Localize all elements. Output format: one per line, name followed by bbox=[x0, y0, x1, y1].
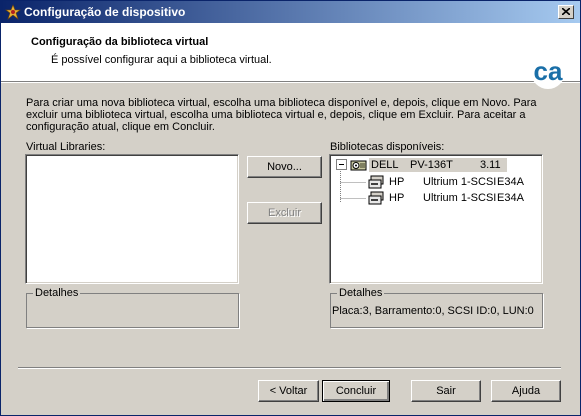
app-icon bbox=[5, 4, 21, 20]
wizard-header: Configuração da biblioteca virtual É pos… bbox=[1, 23, 580, 89]
library-version: 3.11 bbox=[480, 159, 501, 171]
window-title: Configuração de dispositivo bbox=[24, 5, 186, 19]
tree-row-drive[interactable]: HP Ultrium 1-SCSI E34A bbox=[368, 175, 538, 189]
drive-model: Ultrium 1-SCSI bbox=[423, 176, 497, 188]
page-subtitle: É possível configurar aqui a biblioteca … bbox=[51, 54, 272, 66]
tape-drive-icon bbox=[368, 191, 384, 209]
drive-vendor: HP bbox=[389, 192, 405, 204]
title-bar[interactable]: Configuração de dispositivo bbox=[1, 1, 580, 23]
back-button[interactable]: < Voltar bbox=[258, 380, 319, 402]
exit-button[interactable]: Sair bbox=[411, 380, 481, 402]
virtual-libraries-label: Virtual Libraries: bbox=[26, 141, 106, 153]
drive-version: E34A bbox=[497, 176, 524, 188]
available-libraries-tree[interactable]: DELL PV-136T 3.11 HP Ultrium 1-SCSI E34A bbox=[329, 154, 543, 284]
wizard-window: Configuração de dispositivo Configuração… bbox=[0, 0, 581, 416]
details-right-group: Detalhes Placa:3, Barramento:0, SCSI ID:… bbox=[330, 287, 543, 328]
library-vendor: DELL bbox=[371, 159, 399, 171]
help-button[interactable]: Ajuda bbox=[491, 380, 561, 402]
tree-row-drive[interactable]: HP Ultrium 1-SCSI E34A bbox=[368, 191, 538, 205]
instructions-text: Para criar uma nova biblioteca virtual, … bbox=[26, 97, 537, 133]
library-model: PV-136T bbox=[410, 159, 453, 171]
delete-button[interactable]: Excluir bbox=[247, 202, 322, 224]
footer-divider bbox=[18, 367, 561, 368]
details-left-group: Detalhes bbox=[26, 287, 239, 328]
ca-logo: ca bbox=[531, 55, 565, 89]
drive-model: Ultrium 1-SCSI bbox=[423, 192, 497, 204]
drive-version: E34A bbox=[497, 192, 524, 204]
new-button[interactable]: Novo... bbox=[247, 156, 322, 178]
drive-vendor: HP bbox=[389, 176, 405, 188]
close-icon bbox=[562, 8, 570, 15]
details-right-legend: Detalhes bbox=[337, 287, 385, 299]
details-right-text: Placa:3, Barramento:0, SCSI ID:0, LUN:0 bbox=[332, 305, 534, 317]
header-divider bbox=[1, 82, 580, 83]
finish-button[interactable]: Concluir bbox=[322, 380, 390, 402]
tree-lines bbox=[340, 169, 366, 203]
close-button[interactable] bbox=[558, 5, 574, 19]
page-title: Configuração da biblioteca virtual bbox=[31, 36, 209, 48]
available-libraries-label: Bibliotecas disponíveis: bbox=[330, 141, 445, 153]
details-left-legend: Detalhes bbox=[33, 287, 81, 299]
virtual-libraries-list[interactable] bbox=[25, 154, 239, 284]
